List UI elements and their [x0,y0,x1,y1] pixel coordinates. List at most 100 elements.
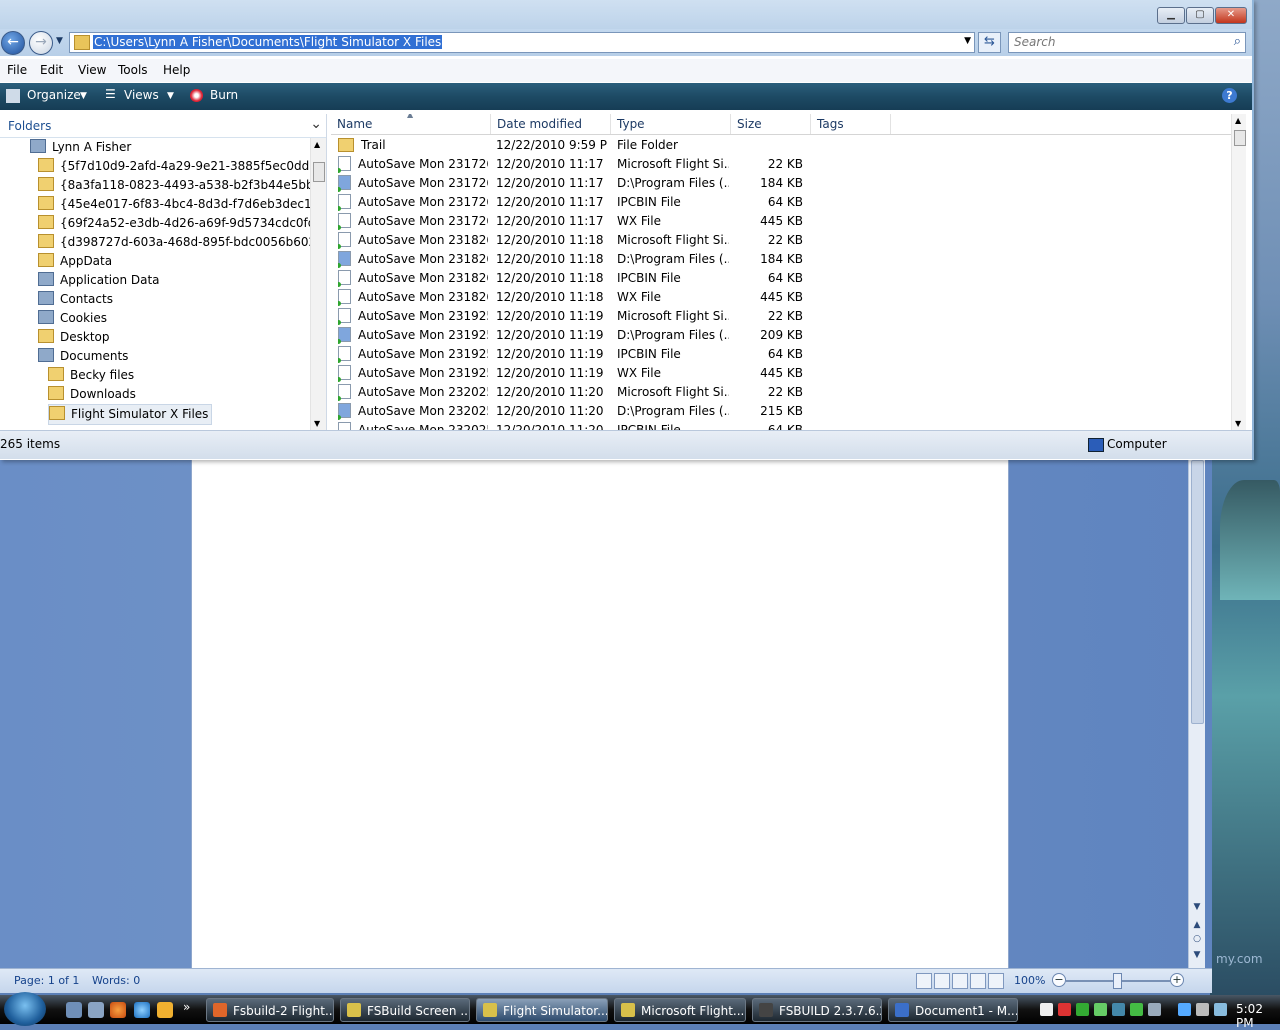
file-row[interactable]: AutoSave Mon 231925.... 12/20/2010 11:19 … [331,326,1231,345]
column-tags[interactable]: Tags [811,114,891,134]
tree-item[interactable]: {d398727d-603a-468d-895f-bdc0056b6024} [38,233,326,252]
column-date[interactable]: Date modified [491,114,611,134]
menu-file[interactable]: File [7,63,27,77]
taskbar-button[interactable]: Fsbuild-2 Flight... [206,998,334,1022]
close-button[interactable]: ✕ [1215,7,1247,24]
menu-tools[interactable]: Tools [118,63,148,77]
scroll-up-icon[interactable]: ▲ [1235,116,1241,125]
page-count[interactable]: Page: 1 of 1 [14,974,79,987]
folders-scrollbar[interactable]: ▲ ▼ [310,138,326,430]
file-name[interactable]: AutoSave Mon 231726.... [358,157,488,171]
scroll-down-icon[interactable]: ▼ [1192,902,1202,914]
file-name[interactable]: AutoSave Mon 231826.... [358,233,488,247]
search-input[interactable]: Search ⌕ [1008,32,1246,53]
file-row[interactable]: AutoSave Mon 231726.... 12/20/2010 11:17 … [331,155,1231,174]
ati-icon[interactable] [1040,1003,1053,1016]
tree-item[interactable]: {45e4e017-6f83-4bc4-8d3d-f7d6eb3dec18} [38,195,326,214]
column-type[interactable]: Type [611,114,731,134]
file-row[interactable]: AutoSave Mon 231826.... 12/20/2010 11:18 … [331,250,1231,269]
file-row[interactable]: AutoSave Mon 231826.... 12/20/2010 11:18 … [331,269,1231,288]
file-name[interactable]: Trail [361,138,386,152]
forward-button[interactable]: → [29,31,53,55]
file-row[interactable]: AutoSave Mon 232025.... 12/20/2010 11:20 … [331,421,1231,430]
tree-item[interactable]: AppData [38,252,112,271]
file-name[interactable]: AutoSave Mon 231925.... [358,309,488,323]
file-row[interactable]: Trail 12/22/2010 9:59 PM File Folder [331,136,1231,155]
file-name[interactable]: AutoSave Mon 231726.... [358,214,488,228]
sync-icon[interactable] [1094,1003,1107,1016]
help-icon[interactable]: ? [1222,88,1237,103]
file-row[interactable]: AutoSave Mon 232025.... 12/20/2010 11:20 … [331,383,1231,402]
file-list-scrollbar[interactable]: ▲ ▼ [1231,114,1246,430]
taskbar-button[interactable]: FSBuild Screen ... [340,998,470,1022]
file-row[interactable]: AutoSave Mon 231726.... 12/20/2010 11:17 … [331,174,1231,193]
browse-object-icon[interactable]: ○ [1192,934,1202,946]
show-desktop-icon[interactable] [66,1002,82,1018]
zoom-out-button[interactable]: − [1052,973,1066,987]
taskbar-button[interactable]: Flight Simulator... [476,998,608,1022]
next-page-icon[interactable]: ▼ [1192,950,1202,962]
folders-header[interactable]: Folders ⌄ [0,114,326,138]
search-icon[interactable]: ⌕ [1234,34,1241,49]
tree-item[interactable]: Lynn A Fisher [30,138,131,157]
tree-item[interactable]: Documents [38,347,128,366]
zoom-slider-thumb[interactable] [1113,973,1122,989]
file-row[interactable]: AutoSave Mon 231826.... 12/20/2010 11:18 … [331,231,1231,250]
tree-item[interactable]: Application Data [38,271,160,290]
media-player-icon[interactable] [157,1002,173,1018]
web-layout-icon[interactable] [952,973,968,989]
file-row[interactable]: AutoSave Mon 231925.... 12/20/2010 11:19 … [331,307,1231,326]
word-scroll-thumb[interactable] [1191,460,1204,724]
maximize-button[interactable]: ▢ [1186,7,1214,24]
tree-item[interactable]: Desktop [38,328,110,347]
minimize-button[interactable]: ▁ [1157,7,1185,24]
address-path[interactable]: C:\Users\Lynn A Fisher\Documents\Flight … [93,35,443,49]
outline-icon[interactable] [970,973,986,989]
zoom-in-button[interactable]: + [1170,973,1184,987]
update-icon[interactable] [1130,1003,1143,1016]
file-name[interactable]: AutoSave Mon 231826.... [358,290,488,304]
folders-scroll-thumb[interactable] [313,162,325,182]
file-row[interactable]: AutoSave Mon 231925.... 12/20/2010 11:19 … [331,364,1231,383]
device-icon[interactable] [1112,1003,1125,1016]
file-name[interactable]: AutoSave Mon 231925.... [358,366,488,380]
antivirus-icon[interactable] [1058,1003,1071,1016]
clock[interactable]: 5:02 PM [1236,1002,1280,1030]
tree-item[interactable]: {69f24a52-e3db-4d26-a69f-9d5734cdc0fd} [38,214,323,233]
internet-explorer-icon[interactable] [134,1002,150,1018]
file-row[interactable]: AutoSave Mon 231925.... 12/20/2010 11:19 … [331,345,1231,364]
prev-page-icon[interactable]: ▲ [1192,920,1202,932]
file-list-scroll-thumb[interactable] [1234,130,1246,146]
firefox-icon[interactable] [110,1002,126,1018]
tree-item[interactable]: {8a3fa118-0823-4493-a538-b2f3b44e5bba} [38,176,326,195]
file-row[interactable]: AutoSave Mon 231726.... 12/20/2010 11:17 … [331,212,1231,231]
file-row[interactable]: AutoSave Mon 231726.... 12/20/2010 11:17 … [331,193,1231,212]
file-row[interactable]: AutoSave Mon 231826.... 12/20/2010 11:18 … [331,288,1231,307]
print-layout-icon[interactable] [916,973,932,989]
organize-button[interactable]: Organize [27,88,81,102]
full-screen-reading-icon[interactable] [934,973,950,989]
file-name[interactable]: AutoSave Mon 232025.... [358,404,488,418]
recent-pages-icon[interactable]: ▼ [56,36,63,46]
organize-dropdown-icon[interactable]: ▼ [80,91,87,101]
draft-icon[interactable] [988,973,1004,989]
scroll-down-icon[interactable]: ▼ [314,419,320,428]
tree-item[interactable]: Downloads [48,385,136,404]
tree-item[interactable]: Becky files [48,366,134,385]
switch-windows-icon[interactable] [88,1002,104,1018]
word-count[interactable]: Words: 0 [92,974,140,987]
file-name[interactable]: AutoSave Mon 232025.... [358,423,488,430]
views-button[interactable]: Views [124,88,159,102]
collapse-chevron-icon[interactable]: ⌄ [310,116,322,132]
tree-item[interactable]: Flight Simulator X Files [48,404,213,425]
file-row[interactable]: AutoSave Mon 232025.... 12/20/2010 11:20 … [331,402,1231,421]
refresh-button[interactable]: ⇆ [978,32,1001,53]
address-dropdown-icon[interactable]: ▼ [964,36,971,46]
file-name[interactable]: AutoSave Mon 232025.... [358,385,488,399]
tray-app-icon[interactable] [1148,1003,1161,1016]
quicklaunch-overflow[interactable]: » [183,1000,190,1014]
tree-item[interactable]: Cookies [38,309,107,328]
word-vertical-scrollbar[interactable]: ▼ ▲ ○ ▼ [1188,460,1205,968]
file-name[interactable]: AutoSave Mon 231826.... [358,271,488,285]
start-button[interactable] [4,992,46,1026]
